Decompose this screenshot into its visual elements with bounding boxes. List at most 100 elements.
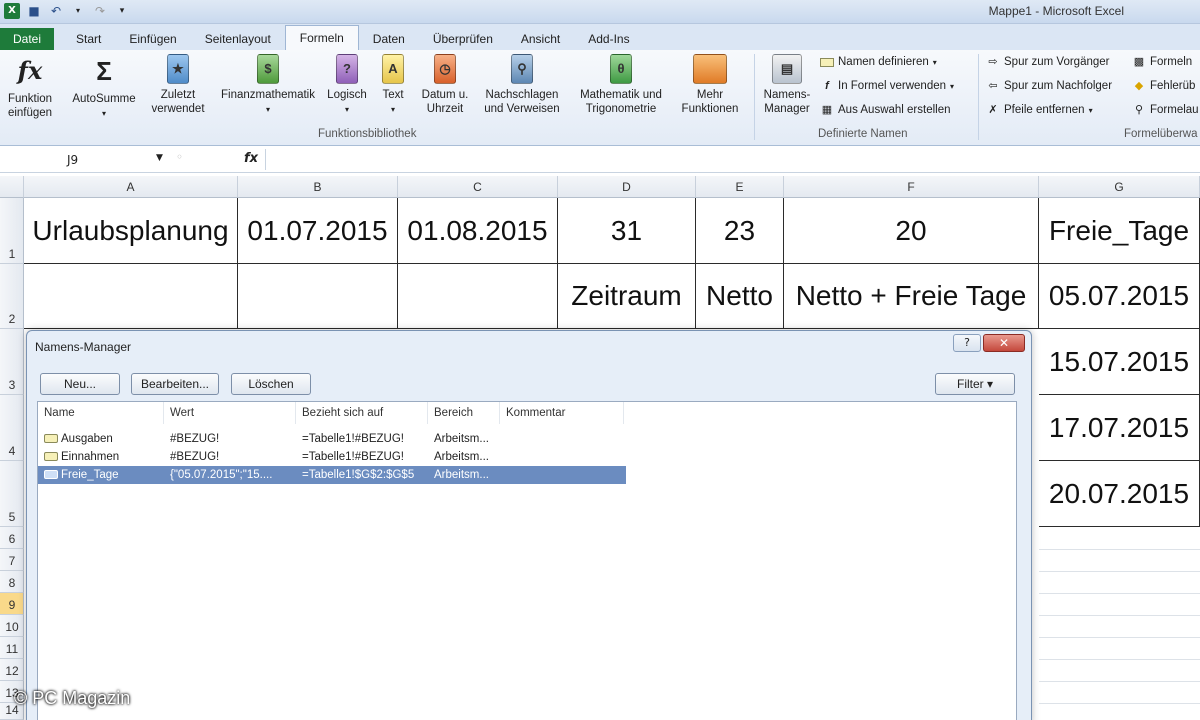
cell-f1[interactable]: 20 [784,198,1039,264]
mehr-funktionen-button[interactable]: Mehr Funktionen [670,54,750,116]
trace-dependents-icon: ⇦ [988,80,998,92]
column-header-c[interactable]: C [398,176,558,198]
column-header-name[interactable]: Name [38,402,164,424]
tab-daten[interactable]: Daten [359,28,419,50]
cell-e1[interactable]: 23 [696,198,784,264]
column-header-bereich[interactable]: Bereich [428,402,500,424]
cell-g3[interactable]: 15.07.2015 [1039,329,1200,395]
tab-seitenlayout[interactable]: Seitenlayout [191,28,285,50]
name-box[interactable]: J9 [0,149,170,170]
formula-input[interactable] [265,149,1200,170]
column-header-kommentar[interactable]: Kommentar [500,402,624,424]
cell-g2[interactable]: 05.07.2015 [1039,264,1200,329]
aus-auswahl-erstellen-button[interactable]: ▦ Aus Auswahl erstellen [820,104,951,116]
text-button[interactable]: A Text ▾ [374,54,412,117]
save-icon[interactable]: ■ [26,3,42,19]
row-header[interactable]: 2 [0,264,24,329]
column-header-b[interactable]: B [238,176,398,198]
pfeile-entfernen-button[interactable]: ✗ Pfeile entfernen ▾ [986,104,1092,116]
cell-c2[interactable] [398,264,558,329]
cell-f2[interactable]: Netto + Freie Tage [784,264,1039,329]
cell-a1[interactable]: Urlaubsplanung [24,198,238,264]
formeln-anzeigen-button[interactable]: ▩ Formeln [1132,56,1192,68]
cell-d1[interactable]: 31 [558,198,696,264]
cell-a2[interactable] [24,264,238,329]
tab-ansicht[interactable]: Ansicht [507,28,574,50]
column-header-f[interactable]: F [784,176,1039,198]
spur-vorgaenger-button[interactable]: ⇨ Spur zum Vorgänger [986,56,1109,68]
datum-uhrzeit-button[interactable]: ◷ Datum u. Uhrzeit [414,54,476,116]
zuletzt-verwendet-button[interactable]: ★ Zuletzt verwendet [142,54,214,116]
cell-c1[interactable]: 01.08.2015 [398,198,558,264]
row-header[interactable]: 7 [0,549,24,571]
new-button[interactable]: Neu... [40,373,120,395]
funktion-einfuegen-button[interactable]: fx Funktion einfügen [2,54,58,120]
row-header[interactable]: 6 [0,527,24,549]
logisch-button[interactable]: ? Logisch ▾ [322,54,372,117]
show-formulas-icon: ▩ [1133,56,1145,68]
cell-e2[interactable]: Netto [696,264,784,329]
names-list[interactable]: Name Wert Bezieht sich auf Bereich Komme… [37,401,1017,720]
redo-icon[interactable]: ↷ [92,3,108,19]
tab-add-ins[interactable]: Add-Ins [574,28,643,50]
delete-button[interactable]: Löschen [231,373,311,395]
row-header[interactable]: 1 [0,198,24,264]
row-header-selected[interactable]: 9 [0,593,24,615]
row-header[interactable]: 11 [0,637,24,659]
namens-manager-button[interactable]: ▤ Namens- Manager [758,54,816,116]
column-header-a[interactable]: A [24,176,238,198]
namen-definieren-button[interactable]: Namen definieren ▾ [820,56,937,68]
edit-button[interactable]: Bearbeiten... [131,373,219,395]
in-formel-verwenden-button[interactable]: f In Formel verwenden ▾ [820,80,954,92]
gridline [1039,571,1200,572]
remove-arrows-icon: ✗ [988,104,998,116]
chevron-down-icon[interactable]: ▾ [70,3,86,19]
chevron-down-icon[interactable]: ▼ [156,153,163,163]
cell-d2[interactable]: Zeitraum [558,264,696,329]
spur-nachfolger-button[interactable]: ⇦ Spur zum Nachfolger [986,80,1112,92]
cell-g5[interactable]: 20.07.2015 [1039,461,1200,527]
list-item-selected[interactable]: Freie_Tage {"05.07.2015";"15.... =Tabell… [38,466,626,484]
select-all-corner[interactable] [0,176,24,198]
close-button[interactable]: ✕ [983,334,1025,352]
column-header-d[interactable]: D [558,176,696,198]
tab-ueberpruefen[interactable]: Überprüfen [419,28,507,50]
tab-einfuegen[interactable]: Einfügen [115,28,190,50]
cell-b2[interactable] [238,264,398,329]
list-item[interactable]: Ausgaben #BEZUG! =Tabelle1!#BEZUG! Arbei… [38,430,626,448]
cell-b1[interactable]: 01.07.2015 [238,198,398,264]
row-header[interactable]: 10 [0,615,24,637]
column-header-wert[interactable]: Wert [164,402,296,424]
formelauswertung-button[interactable]: ⚲ Formelau [1132,104,1199,116]
mathematik-button[interactable]: θ Mathematik und Trigonometrie [572,54,670,116]
fehlerueberpruefung-button[interactable]: ◆ Fehlerüb [1132,80,1196,92]
list-item[interactable]: Einnahmen #BEZUG! =Tabelle1!#BEZUG! Arbe… [38,448,626,466]
cell-g4[interactable]: 17.07.2015 [1039,395,1200,461]
undo-icon[interactable]: ↶ [48,3,64,19]
help-button[interactable]: ? [953,334,981,352]
row-header[interactable]: 8 [0,571,24,593]
column-header-bezug[interactable]: Bezieht sich auf [296,402,428,424]
customize-toolbar-icon[interactable]: ▾ [114,3,130,19]
column-header-e[interactable]: E [696,176,784,198]
gridline [1039,549,1200,550]
tab-formeln[interactable]: Formeln [284,25,359,50]
group-label-funktionsbibliothek: Funktionsbibliothek [318,128,417,140]
column-header-g[interactable]: G [1039,176,1200,198]
group-label-formelueberwachung: Formelüberwa [1124,128,1198,140]
row-header[interactable]: 3 [0,329,24,395]
formula-bar-divider-icon: ◦ [176,150,184,164]
tab-start[interactable]: Start [62,28,115,50]
cell-g1[interactable]: Freie_Tage [1039,198,1200,264]
row-header[interactable]: 4 [0,395,24,461]
excel-logo-icon[interactable]: X [4,3,20,19]
row-header[interactable]: 5 [0,461,24,527]
row-header[interactable]: 12 [0,659,24,681]
finanzmathematik-button[interactable]: $ Finanzmathematik ▾ [214,54,322,117]
tab-datei[interactable]: Datei [0,28,55,50]
nachschlagen-button[interactable]: ⚲ Nachschlagen und Verweisen [474,54,570,116]
insert-function-icon[interactable]: fx [244,151,258,166]
filter-button[interactable]: Filter ▾ [935,373,1015,395]
fx-icon: fx [17,56,43,85]
autosumme-button[interactable]: Σ AutoSumme ▾ [66,54,142,121]
